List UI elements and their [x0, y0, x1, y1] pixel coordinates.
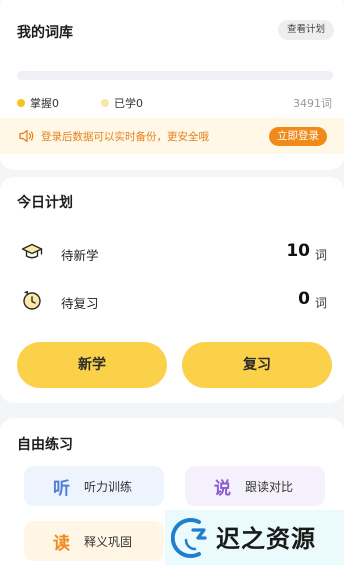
mastered-stat: 掌握0	[17, 95, 59, 111]
listening-label: 听力训练	[84, 479, 133, 494]
review-words-label: 待复习	[61, 296, 99, 311]
learned-dot	[101, 99, 109, 107]
learned-label: 已学0	[114, 97, 143, 110]
watermark-text: 迟之资源	[216, 525, 316, 553]
vocab-title: 我的词库	[17, 25, 73, 41]
listening-glyph: 听	[53, 478, 70, 499]
listening-training-tile[interactable]: 听 听力训练	[24, 466, 164, 506]
login-banner: 登录后数据可以实时备份，更安全哦 立即登录	[0, 118, 344, 154]
review-words-count: 0	[298, 289, 310, 309]
new-words-label: 待新学	[61, 248, 99, 263]
review-words-unit: 词	[314, 296, 327, 310]
vocab-card: 我的词库 查看计划 掌握0 已学0 3491词 登录后数据可以实时备份，更安全哦…	[0, 0, 344, 170]
review-button[interactable]: 复习	[182, 342, 332, 388]
speaker-icon	[19, 129, 34, 143]
new-words-count: 10	[286, 241, 310, 261]
free-practice-title: 自由练习	[17, 437, 73, 453]
review-words-row[interactable]: 待复习 0 词	[0, 286, 344, 316]
view-plan-button[interactable]: 查看计划	[277, 20, 334, 40]
definition-review-tile[interactable]: 读 释义巩固	[24, 521, 164, 561]
watermark: 迟之资源	[165, 510, 344, 565]
vocab-progress-bar	[17, 71, 333, 80]
definition-review-label: 释义巩固	[84, 534, 133, 549]
new-words-row[interactable]: 待新学 10 词	[0, 238, 344, 268]
graduation-cap-icon	[21, 243, 43, 259]
watermark-logo-icon	[171, 518, 207, 558]
mastered-label: 掌握0	[30, 97, 59, 110]
login-now-button[interactable]: 立即登录	[269, 127, 327, 146]
new-words-unit: 词	[314, 248, 327, 262]
total-word-count: 3491词	[293, 97, 332, 110]
review-clock-icon	[23, 290, 41, 310]
shadow-reading-label: 跟读对比	[245, 479, 294, 494]
today-plan-card: 今日计划 待新学 10 词 待复习 0 词 新学 复习	[0, 177, 344, 403]
learned-stat: 已学0	[101, 95, 143, 111]
learn-new-button[interactable]: 新学	[17, 342, 167, 388]
today-plan-title: 今日计划	[17, 195, 73, 211]
reading-glyph: 读	[53, 533, 70, 554]
mastered-dot	[17, 99, 25, 107]
speaking-glyph: 说	[214, 478, 231, 499]
login-message: 登录后数据可以实时备份，更安全哦	[41, 130, 209, 143]
shadow-reading-tile[interactable]: 说 跟读对比	[185, 466, 325, 506]
